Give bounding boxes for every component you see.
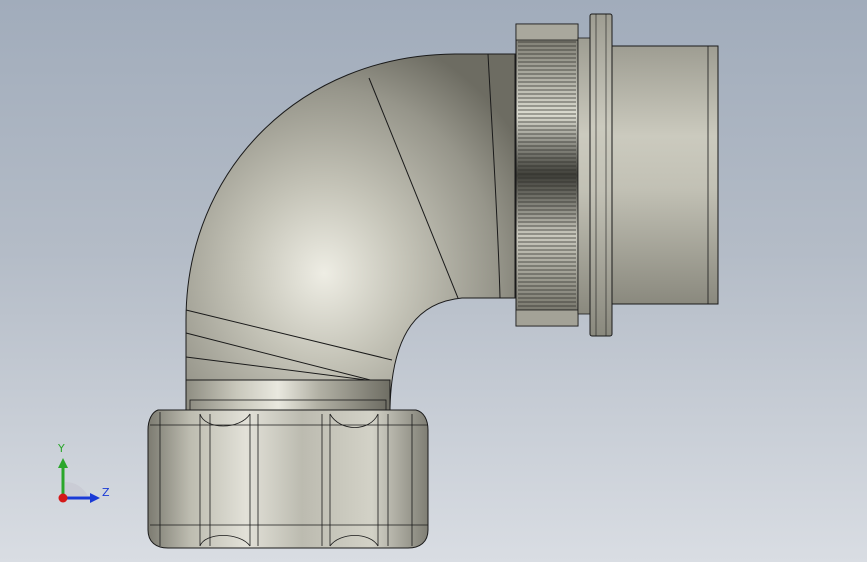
elbow-bend bbox=[185, 53, 516, 409]
y-axis-label: Y bbox=[58, 442, 65, 455]
receptacle-shell bbox=[611, 45, 719, 305]
elbow-connector-model[interactable] bbox=[0, 0, 867, 562]
coupling-nut bbox=[147, 409, 429, 549]
x-axis-dot bbox=[58, 493, 68, 503]
z-axis-label: Z bbox=[102, 486, 110, 499]
z-axis-arrow bbox=[90, 493, 100, 503]
y-axis-arrow bbox=[58, 458, 68, 468]
neck-ring bbox=[189, 399, 387, 411]
knurled-ring-cap-bottom bbox=[515, 309, 579, 327]
triad-plane bbox=[65, 482, 88, 496]
knurled-ring-texture bbox=[518, 40, 576, 310]
flange bbox=[589, 13, 613, 337]
spacer-ring bbox=[577, 37, 591, 315]
coordinate-triad: Y Z bbox=[50, 440, 120, 510]
knurled-ring-cap-top bbox=[515, 23, 579, 41]
graphics-viewport[interactable]: Y Z bbox=[0, 0, 867, 562]
